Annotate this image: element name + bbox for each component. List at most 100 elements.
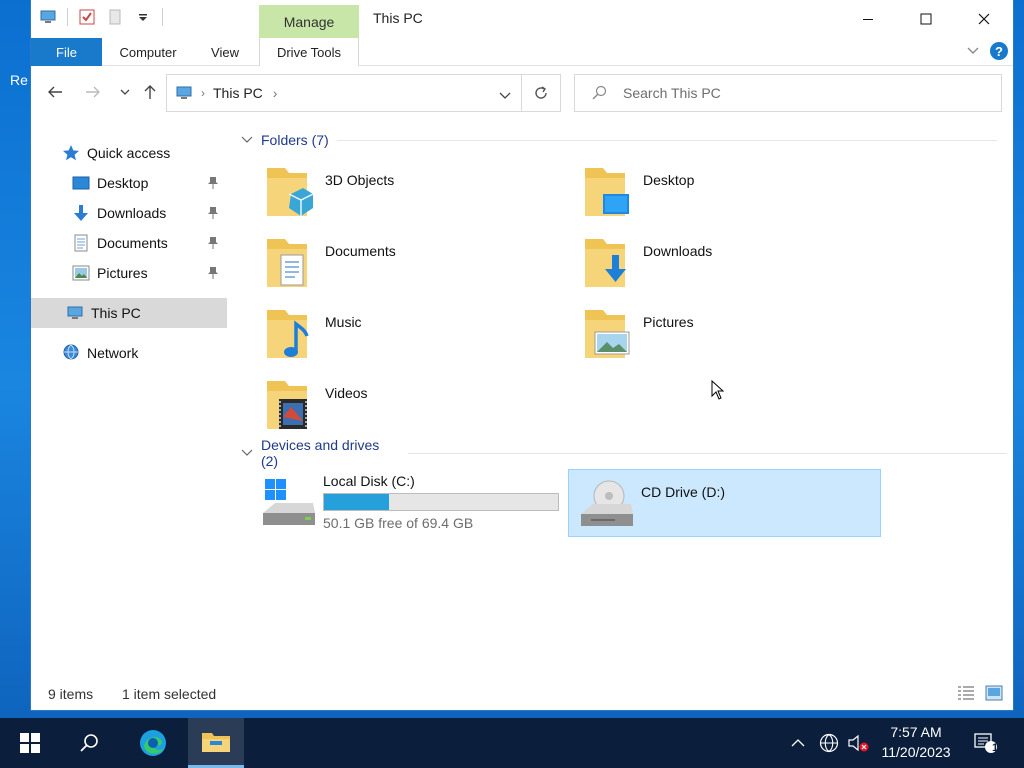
clock-time: 7:57 AM <box>890 724 942 740</box>
drive-label: Local Disk (C:) <box>323 473 415 489</box>
taskbar-edge-button[interactable] <box>125 718 181 768</box>
new-folder-icon[interactable] <box>106 8 124 26</box>
drive-free-space: 50.1 GB free of 69.4 GB <box>323 515 474 531</box>
taskbar-file-explorer-button[interactable] <box>188 718 244 768</box>
navigation-pane: Quick access Desktop Downloads Documents <box>31 126 231 671</box>
chevron-down-icon <box>241 449 253 456</box>
this-pc-icon[interactable] <box>39 8 57 26</box>
title-bar: Manage This PC <box>31 0 1013 38</box>
windows-logo-icon <box>20 733 40 753</box>
tab-view[interactable]: View <box>203 38 247 66</box>
music-folder-icon <box>267 310 309 358</box>
group-divider <box>336 139 997 141</box>
pictures-icon <box>71 263 91 283</box>
folder-music[interactable]: Music <box>241 304 541 370</box>
nav-quick-access[interactable]: Quick access <box>31 138 227 168</box>
manage-tab[interactable]: Manage <box>259 5 359 38</box>
details-view-icon[interactable] <box>957 685 975 704</box>
drive-cd-d[interactable]: CD Drive (D:) <box>568 469 881 537</box>
content-pane: Folders (7) 3D Objects Desktop Documents… <box>237 126 1008 671</box>
file-explorer-window: Manage This PC File Computer View Drive … <box>30 0 1014 711</box>
window-title: This PC <box>373 10 423 26</box>
refresh-button[interactable] <box>522 74 561 112</box>
videos-folder-icon <box>267 381 307 429</box>
nav-label: Network <box>87 345 139 361</box>
up-arrow-icon <box>144 85 156 99</box>
taskbar: 7:57 AM 11/20/2023 1 <box>0 718 1024 768</box>
action-center-button[interactable]: 1 <box>968 718 1004 768</box>
toolbar-separator <box>162 8 163 26</box>
folder-label: Music <box>325 314 362 330</box>
pin-icon[interactable] <box>207 176 219 193</box>
nav-label: Quick access <box>87 145 171 161</box>
folder-videos[interactable]: Videos <box>241 375 541 441</box>
customize-toolbar-icon[interactable] <box>134 8 152 26</box>
folder-label: Videos <box>325 385 368 401</box>
folder-3d-objects[interactable]: 3D Objects <box>241 162 541 228</box>
nav-item-downloads[interactable]: Downloads <box>31 198 227 228</box>
start-button[interactable] <box>2 718 58 768</box>
folder-pictures[interactable]: Pictures <box>559 304 859 370</box>
address-history-dropdown-icon[interactable] <box>499 87 511 103</box>
status-item-count: 9 items <box>48 686 94 702</box>
devices-group-header[interactable]: Devices and drives (2) <box>237 437 1008 469</box>
nav-this-pc[interactable]: This PC <box>31 298 227 328</box>
desktop-folder-icon <box>585 168 629 216</box>
folder-downloads[interactable]: Downloads <box>559 233 859 299</box>
address-bar[interactable]: › This PC › <box>166 74 522 112</box>
back-button[interactable] <box>43 80 67 104</box>
chevron-down-icon <box>241 136 253 143</box>
pin-icon[interactable] <box>207 236 219 253</box>
search-box[interactable]: Search This PC <box>574 74 1002 112</box>
tab-drive-tools[interactable]: Drive Tools <box>259 38 359 66</box>
maximize-button[interactable] <box>897 0 955 38</box>
taskbar-search-button[interactable] <box>62 718 118 768</box>
properties-icon[interactable] <box>78 8 96 26</box>
folders-group-header[interactable]: Folders (7) <box>237 128 997 152</box>
close-button[interactable] <box>955 0 1013 38</box>
breadcrumb-chevron-icon[interactable]: › <box>201 86 205 100</box>
nav-item-desktop[interactable]: Desktop <box>31 168 227 198</box>
chevron-down-icon <box>120 89 130 95</box>
recent-locations-button[interactable] <box>113 80 137 104</box>
minimize-icon <box>863 19 873 20</box>
tab-computer[interactable]: Computer <box>111 38 185 66</box>
volume-button[interactable] <box>844 718 872 768</box>
nav-network[interactable]: Network <box>31 338 227 368</box>
status-bar: 9 items 1 item selected <box>31 684 1013 706</box>
pin-icon[interactable] <box>207 206 219 223</box>
network-status-button[interactable] <box>816 718 842 768</box>
toolbar-separator <box>67 8 68 26</box>
forward-button[interactable] <box>81 80 105 104</box>
nav-item-documents[interactable]: Documents <box>31 228 227 258</box>
nav-item-pictures[interactable]: Pictures <box>31 258 227 288</box>
up-button[interactable] <box>138 80 162 104</box>
network-icon <box>61 343 81 363</box>
ribbon-tabs: File Computer View Drive Tools ? <box>31 38 1013 66</box>
breadcrumb-this-pc[interactable]: This PC <box>213 85 263 101</box>
file-explorer-icon <box>202 732 230 752</box>
desktop-icon-label[interactable]: Re <box>10 72 28 88</box>
tab-file[interactable]: File <box>31 38 102 66</box>
search-icon <box>80 734 98 752</box>
drive-local-disk-c[interactable]: Local Disk (C:) 50.1 GB free of 69.4 GB <box>251 469 565 537</box>
minimize-button[interactable] <box>839 0 897 38</box>
cd-drive-icon <box>581 480 633 526</box>
show-hidden-icons-button[interactable] <box>786 718 810 768</box>
large-icons-view-icon[interactable] <box>985 685 1003 704</box>
drive-usage-bar <box>323 493 559 511</box>
close-icon <box>978 13 990 25</box>
folder-label: Downloads <box>643 243 713 259</box>
group-divider <box>408 452 1008 454</box>
breadcrumb-chevron-icon[interactable]: › <box>273 85 278 101</box>
back-arrow-icon <box>48 86 62 98</box>
expand-ribbon-icon[interactable] <box>966 44 980 61</box>
folder-desktop[interactable]: Desktop <box>559 162 859 228</box>
mouse-cursor-icon <box>711 380 725 400</box>
taskbar-clock[interactable]: 7:57 AM 11/20/2023 <box>870 722 962 762</box>
notification-count-badge: 1 <box>991 742 999 754</box>
svg-text:?: ? <box>995 44 1003 59</box>
pin-icon[interactable] <box>207 266 219 283</box>
folder-documents[interactable]: Documents <box>241 233 541 299</box>
help-icon[interactable]: ? <box>989 41 1009 64</box>
